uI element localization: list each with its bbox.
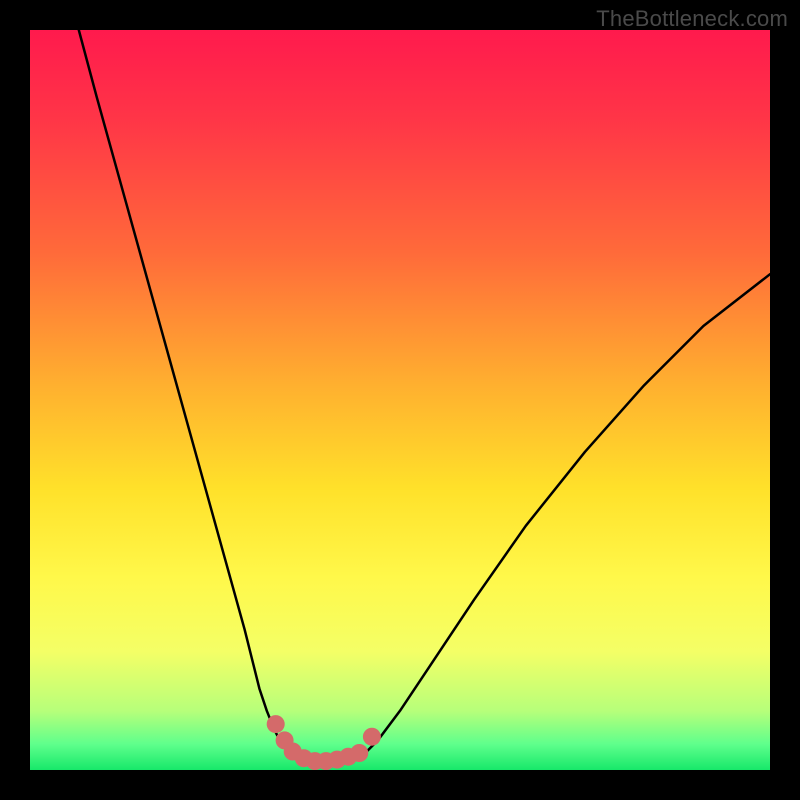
outer-frame: TheBottleneck.com: [0, 0, 800, 800]
valley-marker: [267, 715, 285, 733]
plot-area: [30, 30, 770, 770]
valley-marker: [363, 728, 381, 746]
watermark-text: TheBottleneck.com: [596, 6, 788, 32]
bottleneck-curve: [30, 30, 770, 770]
valley-marker: [350, 744, 368, 762]
